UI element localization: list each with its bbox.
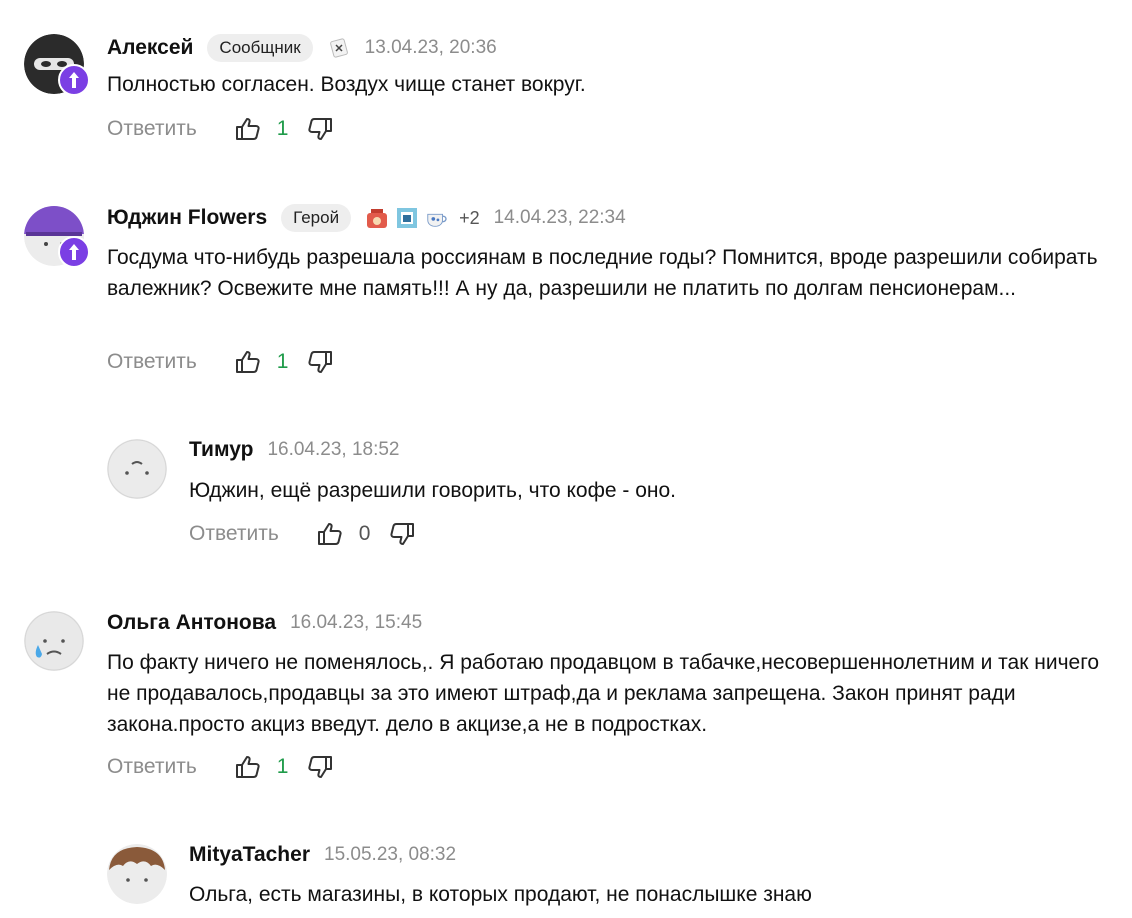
thumbs-down-icon[interactable] xyxy=(305,752,335,782)
comment-date: 16.04.23, 15:45 xyxy=(290,612,423,633)
thumbs-down-icon[interactable] xyxy=(305,347,335,377)
teacup-sticker-icon[interactable] xyxy=(425,206,449,230)
frame-sticker-icon[interactable] xyxy=(395,206,419,230)
thumbs-up-icon[interactable] xyxy=(233,114,263,144)
comment-text: Полностью согласен. Воздух чище станет в… xyxy=(107,73,586,96)
stickers: +2 xyxy=(365,206,480,230)
comment-date: 14.04.23, 22:34 xyxy=(493,207,626,228)
more-stickers[interactable]: +2 xyxy=(459,208,480,229)
radio-sticker-icon[interactable] xyxy=(365,206,389,230)
thumbs-down-icon[interactable] xyxy=(387,519,417,549)
reply-button[interactable]: Ответить xyxy=(107,350,197,374)
thumbs-up-icon[interactable] xyxy=(315,519,345,549)
like-count: 1 xyxy=(276,755,289,778)
author-name[interactable]: Тимур xyxy=(189,438,253,462)
reply-button[interactable]: Ответить xyxy=(189,522,279,546)
avatar[interactable] xyxy=(107,844,167,904)
thumbs-up-icon[interactable] xyxy=(233,752,263,782)
like-count: 1 xyxy=(276,117,289,140)
avatar[interactable] xyxy=(24,611,84,671)
author-name[interactable]: Юджин Flowers xyxy=(107,206,267,230)
like-count: 1 xyxy=(276,350,289,373)
thumbs-down-icon[interactable] xyxy=(305,114,335,144)
reply-button[interactable]: Ответить xyxy=(107,755,197,779)
author-name[interactable]: Ольга Антонова xyxy=(107,611,276,635)
thumbs-up-icon[interactable] xyxy=(233,347,263,377)
comment-date: 16.04.23, 18:52 xyxy=(267,439,400,460)
author-name[interactable]: MityaTacher xyxy=(189,843,310,867)
comment-date: 13.04.23, 20:36 xyxy=(364,37,497,58)
comment-text: Госдума что-нибудь разрешала россиянам в… xyxy=(107,246,1098,300)
comment-text: Юджин, ещё разрешили говорить, что кофе … xyxy=(189,479,677,502)
comment-date: 15.05.23, 08:32 xyxy=(324,844,457,865)
role-badge: Герой xyxy=(281,204,352,232)
author-name[interactable]: Алексей xyxy=(107,36,193,60)
boost-badge-icon xyxy=(58,236,90,268)
comment-text: Ольга, есть магазины, в которых продают,… xyxy=(189,883,812,906)
avatar[interactable] xyxy=(107,439,167,499)
like-count: 0 xyxy=(358,522,371,545)
comment-text: По факту ничего не поменялось,. Я работа… xyxy=(107,651,1100,736)
stickers xyxy=(327,36,351,60)
role-badge: Сообщник xyxy=(207,34,313,62)
sticker-icon[interactable] xyxy=(327,36,351,60)
boost-badge-icon xyxy=(58,64,90,96)
reply-button[interactable]: Ответить xyxy=(107,117,197,141)
